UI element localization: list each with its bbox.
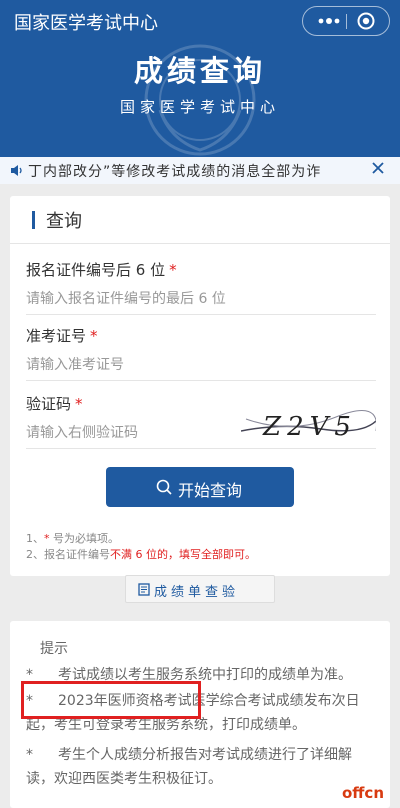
required-mark: * [169, 261, 177, 279]
title-accent-bar [32, 211, 35, 229]
capsule-divider [346, 14, 347, 29]
form-title-text: 查询 [46, 211, 82, 232]
note-prefix: 1、 [26, 532, 44, 545]
note-id-length: 2、报名证件编号不满 6 位的，填写全部即可。 [26, 546, 256, 562]
field-label: 准考证号 * [26, 325, 376, 346]
highlight-box [21, 681, 201, 719]
note-text: 号为必填项。 [49, 532, 119, 545]
divider [26, 380, 376, 381]
score-sheet-verify-button[interactable]: 成绩单查验 [125, 575, 275, 603]
start-query-button[interactable]: 开始查询 [106, 467, 294, 507]
document-icon [138, 583, 150, 596]
watermark: offcn [341, 784, 384, 802]
search-icon [156, 479, 172, 495]
field-label: 报名证件编号后 6 位 * [26, 259, 376, 280]
app-title: 国家医学考试中心 [14, 13, 158, 34]
field-label-text: 验证码 [26, 395, 72, 413]
admission-number-input[interactable]: 请输入准考证号 [26, 354, 376, 374]
header: 国家医学考试中心 成绩查询 国家医学考试中心 [0, 0, 400, 157]
target-circle-icon[interactable] [357, 12, 375, 30]
field-label-text: 报名证件编号后 6 位 [26, 261, 166, 279]
notice-text: 丁内部改分”等修改考试成绩的消息全部为诈 [28, 164, 322, 180]
close-icon[interactable] [372, 162, 384, 174]
note-highlight: 不满 6 位的，填写全部即可。 [110, 548, 256, 561]
divider [10, 243, 390, 244]
mini-program-capsule [302, 6, 390, 36]
tip-text: 考生个人成绩分析报告对考试成绩进行了详细解读，欢迎西医类考生积极征订。 [26, 747, 352, 787]
score-sheet-label: 成绩单查验 [154, 585, 240, 600]
captcha-image[interactable]: Z2V5 [241, 401, 376, 445]
id-suffix-field: 报名证件编号后 6 位 * 请输入报名证件编号的最后 6 位 [26, 259, 376, 315]
required-mark: * [75, 395, 83, 413]
start-query-label: 开始查询 [178, 481, 243, 500]
note-text: 2、报名证件编号 [26, 548, 110, 561]
speaker-icon [11, 165, 22, 176]
captcha-text: Z2V5 [262, 412, 357, 442]
bullet-star: * [26, 747, 33, 763]
id-suffix-input[interactable]: 请输入报名证件编号的最后 6 位 [26, 288, 376, 308]
hero-subtitle: 国家医学考试中心 [119, 98, 280, 116]
field-label-text: 准考证号 [26, 327, 87, 345]
divider [26, 314, 376, 315]
notice-bar: 丁内部改分”等修改考试成绩的消息全部为诈 [0, 157, 400, 184]
note-required: 1、* 号为必填项。 [26, 530, 119, 546]
query-form-card: 查询 报名证件编号后 6 位 * 请输入报名证件编号的最后 6 位 准考证号 * 请… [10, 196, 390, 576]
divider [26, 448, 376, 449]
tips-title: 提示 [40, 641, 68, 657]
admission-number-field: 准考证号 * 请输入准考证号 [26, 325, 376, 381]
hero-title: 成绩查询 [133, 54, 266, 88]
required-mark: * [90, 327, 98, 345]
more-dots-icon[interactable] [315, 13, 343, 29]
tip-item: * 考生个人成绩分析报告对考试成绩进行了详细解读，欢迎西医类考生积极征订。 [26, 743, 378, 791]
